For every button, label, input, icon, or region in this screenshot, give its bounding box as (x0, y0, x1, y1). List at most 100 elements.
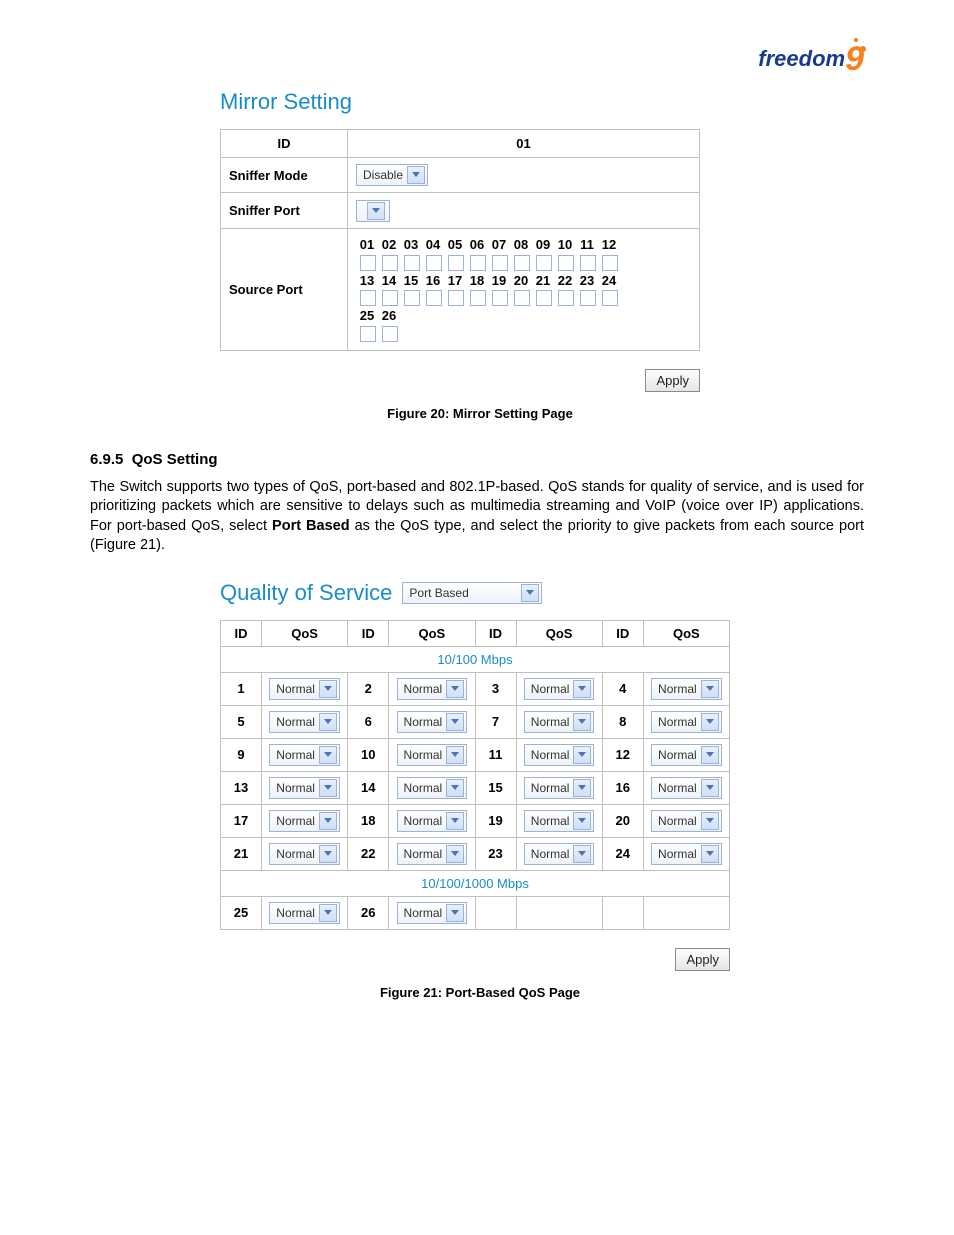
source-port-checkbox[interactable] (580, 290, 596, 306)
source-port-checkbox[interactable] (448, 290, 464, 306)
qos-row: 5Normal6Normal7Normal8Normal (221, 705, 730, 738)
qos-port-id (475, 896, 516, 929)
sniffer-port-select[interactable] (356, 200, 390, 222)
qos-apply-button[interactable]: Apply (675, 948, 730, 971)
source-port-checkbox[interactable] (448, 255, 464, 271)
section-paragraph: The Switch supports two types of QoS, po… (90, 478, 864, 556)
qos-mode-select[interactable]: Port Based (402, 582, 542, 604)
chevron-down-icon (573, 746, 591, 764)
qos-priority-select[interactable]: Normal (269, 678, 340, 700)
qos-priority-select[interactable]: Normal (269, 902, 340, 924)
qos-port-id (602, 896, 643, 929)
port-number: 19 (488, 273, 510, 288)
source-port-checkbox[interactable] (470, 290, 486, 306)
source-port-checkbox[interactable] (404, 290, 420, 306)
qos-row: 9Normal10Normal11Normal12Normal (221, 738, 730, 771)
empty-cell (643, 896, 729, 929)
source-port-checkbox[interactable] (492, 290, 508, 306)
source-port-checkbox[interactable] (426, 290, 442, 306)
qos-priority-select[interactable]: Normal (651, 678, 722, 700)
qos-port-id: 21 (221, 837, 262, 870)
source-port-checkbox[interactable] (382, 290, 398, 306)
source-port-checkbox[interactable] (382, 255, 398, 271)
qos-port-id: 14 (348, 771, 389, 804)
qos-priority-select[interactable]: Normal (269, 744, 340, 766)
port-number: 01 (356, 237, 378, 252)
source-port-checkbox[interactable] (360, 255, 376, 271)
source-port-checkbox[interactable] (558, 255, 574, 271)
qos-priority-select[interactable]: Normal (651, 711, 722, 733)
port-number: 13 (356, 273, 378, 288)
qos-priority-select[interactable]: Normal (397, 902, 468, 924)
chevron-down-icon (446, 713, 464, 731)
sniffer-mode-value: Disable (363, 168, 403, 182)
qos-col-id: ID (348, 620, 389, 646)
qos-priority-select[interactable]: Normal (524, 810, 595, 832)
source-port-checkbox[interactable] (492, 255, 508, 271)
chevron-down-icon (319, 904, 337, 922)
speed-section-row: 10/100 Mbps (221, 646, 730, 672)
qos-priority-value: Normal (658, 814, 697, 828)
qos-priority-select[interactable]: Normal (651, 777, 722, 799)
qos-priority-select[interactable]: Normal (651, 843, 722, 865)
qos-priority-value: Normal (276, 715, 315, 729)
port-number: 10 (554, 237, 576, 252)
qos-col-qos: QoS (389, 620, 475, 646)
qos-priority-select[interactable]: Normal (269, 843, 340, 865)
qos-priority-value: Normal (404, 748, 443, 762)
qos-port-id: 25 (221, 896, 262, 929)
mirror-apply-button[interactable]: Apply (645, 369, 700, 392)
chevron-down-icon (446, 812, 464, 830)
qos-priority-value: Normal (404, 781, 443, 795)
qos-priority-value: Normal (531, 781, 570, 795)
source-port-checkbox[interactable] (580, 255, 596, 271)
qos-priority-select[interactable]: Normal (397, 843, 468, 865)
qos-priority-select[interactable]: Normal (524, 777, 595, 799)
qos-priority-select[interactable]: Normal (397, 744, 468, 766)
qos-priority-select[interactable]: Normal (269, 777, 340, 799)
qos-priority-select[interactable]: Normal (524, 744, 595, 766)
source-port-checkbox[interactable] (558, 290, 574, 306)
qos-port-id: 16 (602, 771, 643, 804)
source-port-checkbox[interactable] (602, 255, 618, 271)
qos-priority-select[interactable]: Normal (269, 711, 340, 733)
qos-priority-select[interactable]: Normal (524, 678, 595, 700)
source-port-checkbox[interactable] (536, 290, 552, 306)
qos-row: 17Normal18Normal19Normal20Normal (221, 804, 730, 837)
qos-priority-select[interactable]: Normal (651, 744, 722, 766)
sniffer-mode-select[interactable]: Disable (356, 164, 428, 186)
source-port-checkbox[interactable] (360, 326, 376, 342)
qos-priority-select[interactable]: Normal (397, 810, 468, 832)
chevron-down-icon (446, 680, 464, 698)
qos-priority-select[interactable]: Normal (651, 810, 722, 832)
qos-priority-select[interactable]: Normal (397, 777, 468, 799)
source-port-checkbox[interactable] (514, 255, 530, 271)
qos-priority-select[interactable]: Normal (269, 810, 340, 832)
chevron-down-icon (367, 202, 385, 220)
qos-priority-select[interactable]: Normal (524, 843, 595, 865)
qos-priority-select[interactable]: Normal (397, 711, 468, 733)
figure-20-caption: Figure 20: Mirror Setting Page (220, 406, 740, 421)
chevron-down-icon (521, 584, 539, 602)
source-port-checkbox[interactable] (382, 326, 398, 342)
port-number: 06 (466, 237, 488, 252)
port-number: 21 (532, 273, 554, 288)
qos-port-id: 3 (475, 672, 516, 705)
source-port-checkbox[interactable] (470, 255, 486, 271)
qos-port-id: 24 (602, 837, 643, 870)
source-port-checkbox[interactable] (404, 255, 420, 271)
qos-priority-select[interactable]: Normal (524, 711, 595, 733)
chevron-down-icon (319, 779, 337, 797)
source-port-checkbox[interactable] (426, 255, 442, 271)
qos-col-id: ID (221, 620, 262, 646)
source-port-checkbox[interactable] (536, 255, 552, 271)
qos-priority-select[interactable]: Normal (397, 678, 468, 700)
qos-port-id: 20 (602, 804, 643, 837)
qos-port-id: 8 (602, 705, 643, 738)
qos-col-qos: QoS (643, 620, 729, 646)
source-port-checkbox[interactable] (602, 290, 618, 306)
qos-port-id: 4 (602, 672, 643, 705)
source-port-checkbox[interactable] (360, 290, 376, 306)
qos-priority-value: Normal (404, 906, 443, 920)
source-port-checkbox[interactable] (514, 290, 530, 306)
